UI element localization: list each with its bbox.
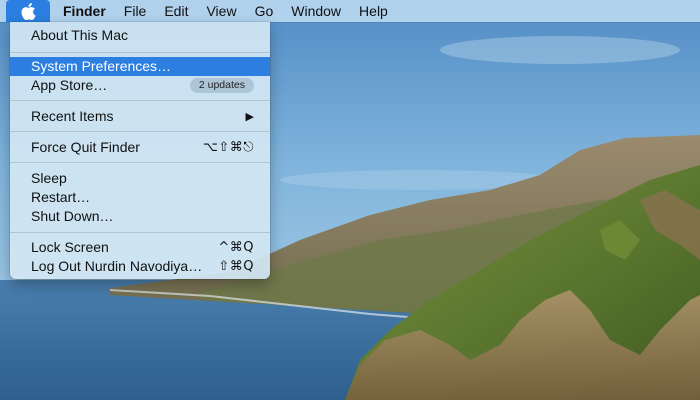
menubar-item-edit[interactable]: Edit	[155, 0, 197, 22]
menu-item-restart[interactable]: Restart…	[16, 188, 264, 207]
menubar-item-go[interactable]: Go	[246, 0, 283, 22]
keyboard-shortcut: ⇧⌘Q	[218, 259, 254, 274]
menu-item-system-preferences[interactable]: System Preferences…	[10, 57, 270, 76]
keyboard-shortcut: ^⌘Q	[218, 240, 254, 255]
menu-item-sleep[interactable]: Sleep	[16, 169, 264, 188]
menubar-item-finder[interactable]: Finder	[54, 0, 115, 22]
menubar-item-view[interactable]: View	[197, 0, 245, 22]
keyboard-shortcut: ⌥⇧⌘⎋	[202, 140, 254, 155]
apple-logo-icon	[21, 2, 36, 20]
menu-item-label: Force Quit Finder	[31, 139, 140, 155]
menubar-item-file[interactable]: File	[115, 0, 156, 22]
menu-item-label: Shut Down…	[31, 208, 114, 224]
menu-bar: Finder File Edit View Go Window Help	[0, 0, 700, 22]
menu-item-label: App Store…	[31, 77, 108, 93]
menu-item-lock-screen[interactable]: Lock Screen ^⌘Q	[16, 238, 264, 257]
menu-separator	[10, 100, 270, 101]
menu-separator	[10, 52, 270, 53]
menu-separator	[10, 232, 270, 233]
updates-badge: 2 updates	[189, 78, 254, 93]
menu-item-label: Log Out Nurdin Navodiya…	[31, 258, 203, 274]
menu-item-label: Restart…	[31, 189, 91, 205]
desktop: Finder File Edit View Go Window Help Abo…	[0, 0, 700, 400]
menu-item-recent-items[interactable]: Recent Items ▶	[16, 107, 264, 126]
apple-menu-button[interactable]	[6, 0, 50, 22]
menubar-item-help[interactable]: Help	[350, 0, 397, 22]
menu-item-label: Recent Items	[31, 108, 114, 124]
menu-item-log-out[interactable]: Log Out Nurdin Navodiya… ⇧⌘Q	[16, 257, 264, 276]
menubar-item-window[interactable]: Window	[282, 0, 350, 22]
menu-item-label: About This Mac	[31, 27, 129, 43]
menu-item-shut-down[interactable]: Shut Down…	[16, 207, 264, 226]
menu-separator	[10, 131, 270, 132]
menu-separator	[10, 162, 270, 163]
menu-item-app-store[interactable]: App Store… 2 updates	[16, 76, 264, 95]
submenu-arrow-icon: ▶	[245, 110, 254, 123]
menu-item-label: Lock Screen	[31, 239, 109, 255]
menu-item-label: Sleep	[31, 170, 67, 186]
apple-menu-dropdown: About This Mac System Preferences… App S…	[10, 22, 270, 279]
menu-item-label: System Preferences…	[31, 58, 172, 74]
menu-item-about-this-mac[interactable]: About This Mac	[16, 26, 264, 45]
menu-item-force-quit[interactable]: Force Quit Finder ⌥⇧⌘⎋	[16, 138, 264, 157]
